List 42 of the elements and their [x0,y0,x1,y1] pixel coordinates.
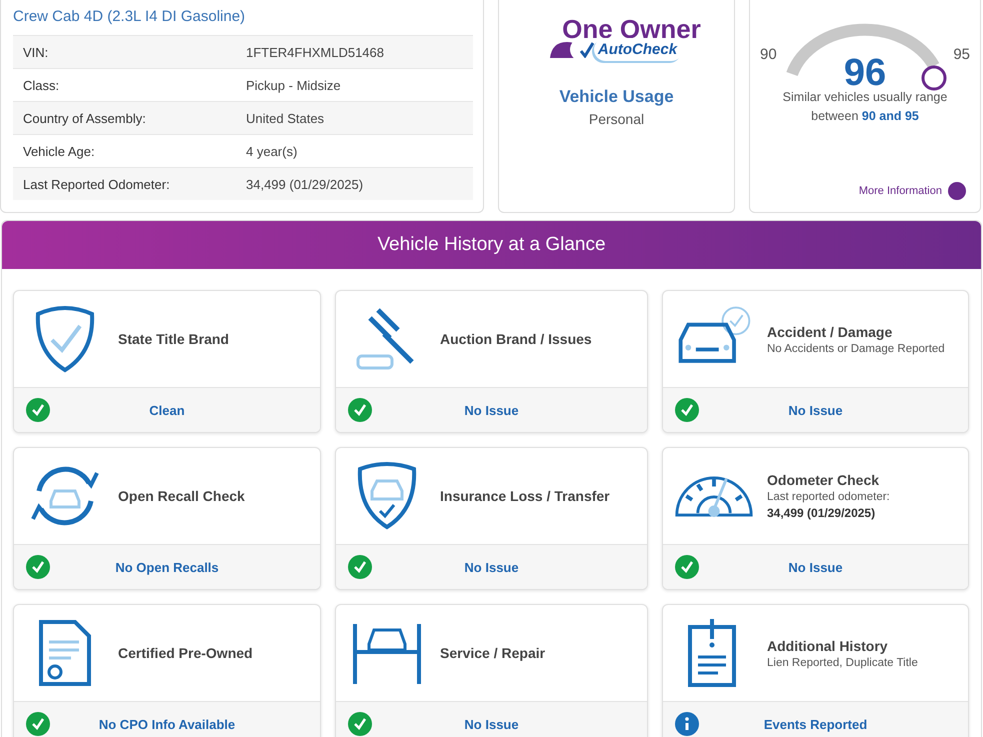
card-title: Odometer Check [767,472,880,488]
range-low: 90 [760,46,777,63]
status-result: No Issue [463,402,520,418]
card-title: Certified Pre-Owned [118,645,253,661]
card-title: Auction Brand / Issues [440,331,592,347]
vehicle-subtitle: Crew Cab 4D (2.3L I4 DI Gasoline) [13,8,246,25]
info-value: United States [246,110,326,126]
card-title: State Title Brand [118,331,229,347]
score-value: 96 [844,54,886,92]
info-value: 1FTER4FHXMLD51468 [246,44,385,60]
check-mark-icon [580,42,594,58]
usage-value: Personal [588,111,644,127]
card-title: Insurance Loss / Transfer [440,488,610,504]
status-result: No Issue [787,402,844,418]
status-result: No Issue [787,560,844,574]
status-result: Events Reported [762,716,868,732]
card-title: Open Recall Check [118,488,245,504]
card-title: Accident / Damage [767,324,894,340]
info-value: 34,499 (01/29/2025) [246,176,364,192]
section-header: Vehicle History at a Glance [2,221,981,269]
info-label: VIN: [23,44,50,60]
status-result: No CPO Info Available [98,716,236,732]
card-title: Additional History [767,638,889,654]
status-result: No Issue [463,560,520,574]
status-result: Clean [148,402,186,418]
info-label: Class: [23,78,60,92]
status-result: No Open Recalls [114,560,220,574]
status-result: No Issue [463,716,520,732]
card-detail-value: 34,499 (01/29/2025) [767,506,876,520]
range-high: 95 [953,46,970,63]
card-detail: Lien Reported, Duplicate Title [767,656,918,668]
more-information-link[interactable]: More Information [858,182,966,200]
info-label: Last Reported Odometer: [23,176,171,192]
score-description: Similar vehicles usually range between 90 and 95 [782,89,948,125]
card-title: Service / Repair [440,645,546,661]
info-value: Pickup - Midsize [246,78,342,92]
info-value: 4 year(s) [246,144,298,158]
card-detail: No Accidents or Damage Reported [767,342,945,354]
info-label: Country of Assembly: [23,110,147,126]
usage-title: Vehicle Usage [559,87,674,107]
info-label: Vehicle Age: [23,144,96,158]
card-detail: Last reported odometer: [767,491,890,503]
